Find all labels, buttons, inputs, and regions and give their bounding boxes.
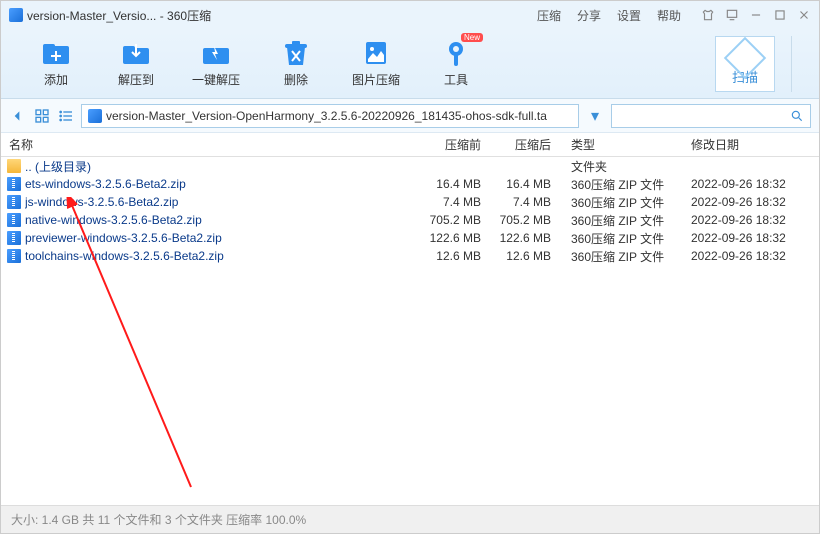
- menu-settings[interactable]: 设置: [617, 7, 641, 24]
- menu-compress[interactable]: 压缩: [537, 7, 561, 24]
- window-title-text: version-Master_Versio... - 360压缩: [27, 7, 211, 24]
- file-name: native-windows-3.2.5.6-Beta2.zip: [25, 213, 421, 227]
- extract-to-button[interactable]: 解压到: [101, 39, 171, 88]
- pathbar: version-Master_Version-OpenHarmony_3.2.5…: [1, 99, 819, 133]
- file-row[interactable]: js-windows-3.2.5.6-Beta2.zip 7.4 MB 7.4 …: [1, 193, 819, 211]
- file-date: 2022-09-26 18:32: [681, 213, 811, 227]
- file-date: 2022-09-26 18:32: [681, 195, 811, 209]
- app-icon: [9, 8, 23, 22]
- file-row[interactable]: native-windows-3.2.5.6-Beta2.zip 705.2 M…: [1, 211, 819, 229]
- file-size-before: 705.2 MB: [421, 213, 491, 227]
- zip-icon: [7, 231, 21, 245]
- image-compress-button[interactable]: 图片压缩: [341, 39, 411, 88]
- one-click-extract-button[interactable]: 一键解压: [181, 39, 251, 88]
- delete-label: 删除: [284, 71, 308, 88]
- folder-icon: [7, 159, 21, 173]
- menu-help[interactable]: 帮助: [657, 7, 681, 24]
- image-compress-icon: [363, 39, 389, 67]
- toolbar-divider: [791, 36, 799, 92]
- tools-label: 工具: [444, 71, 468, 88]
- minimize-icon[interactable]: [749, 8, 763, 22]
- back-button[interactable]: [9, 107, 27, 125]
- add-icon: [41, 40, 71, 66]
- delete-icon: [283, 39, 309, 67]
- extract-label: 解压到: [118, 71, 154, 88]
- column-headers: 名称 压缩前 压缩后 类型 修改日期: [1, 133, 819, 157]
- main-menu: 压缩 分享 设置 帮助: [537, 7, 681, 24]
- file-type: 360压缩 ZIP 文件: [561, 230, 681, 247]
- file-size-after: 16.4 MB: [491, 177, 561, 191]
- zip-icon: [7, 177, 21, 191]
- skin-icon[interactable]: [701, 8, 715, 22]
- add-label: 添加: [44, 71, 68, 88]
- extract-icon: [121, 40, 151, 66]
- scan-label: 扫描: [732, 67, 758, 86]
- file-size-after: 7.4 MB: [491, 195, 561, 209]
- zip-icon: [7, 213, 21, 227]
- path-field[interactable]: version-Master_Version-OpenHarmony_3.2.5…: [81, 104, 579, 128]
- file-type: 360压缩 ZIP 文件: [561, 248, 681, 265]
- file-date: 2022-09-26 18:32: [681, 231, 811, 245]
- parent-dir-type: 文件夹: [561, 158, 681, 175]
- window-title: version-Master_Versio... - 360压缩: [9, 7, 211, 24]
- zip-icon: [7, 195, 21, 209]
- file-date: 2022-09-26 18:32: [681, 177, 811, 191]
- menu-share[interactable]: 分享: [577, 7, 601, 24]
- add-button[interactable]: 添加: [21, 39, 91, 88]
- file-size-after: 705.2 MB: [491, 213, 561, 227]
- status-text: 大小: 1.4 GB 共 11 个文件和 3 个文件夹 压缩率 100.0%: [11, 511, 306, 528]
- zip-icon: [7, 249, 21, 263]
- header-name[interactable]: 名称: [1, 136, 421, 153]
- new-badge: New: [461, 33, 483, 42]
- one-click-label: 一键解压: [192, 71, 240, 88]
- file-list: .. (上级目录) 文件夹 ets-windows-3.2.5.6-Beta2.…: [1, 157, 819, 503]
- file-row[interactable]: toolchains-windows-3.2.5.6-Beta2.zip 12.…: [1, 247, 819, 265]
- tools-button[interactable]: New 工具: [421, 39, 491, 88]
- file-size-after: 122.6 MB: [491, 231, 561, 245]
- archive-icon: [88, 109, 102, 123]
- view-list-button[interactable]: [57, 107, 75, 125]
- file-type: 360压缩 ZIP 文件: [561, 194, 681, 211]
- file-name: toolchains-windows-3.2.5.6-Beta2.zip: [25, 249, 421, 263]
- file-size-before: 122.6 MB: [421, 231, 491, 245]
- file-size-after: 12.6 MB: [491, 249, 561, 263]
- file-size-before: 7.4 MB: [421, 195, 491, 209]
- path-text: version-Master_Version-OpenHarmony_3.2.5…: [106, 109, 547, 123]
- view-icons-button[interactable]: [33, 107, 51, 125]
- header-after[interactable]: 压缩后: [491, 136, 561, 153]
- parent-dir-row[interactable]: .. (上级目录) 文件夹: [1, 157, 819, 175]
- delete-button[interactable]: 删除: [261, 39, 331, 88]
- close-icon[interactable]: [797, 8, 811, 22]
- search-input[interactable]: [611, 104, 811, 128]
- window-controls: [701, 8, 811, 22]
- header-before[interactable]: 压缩前: [421, 136, 491, 153]
- file-row[interactable]: ets-windows-3.2.5.6-Beta2.zip 16.4 MB 16…: [1, 175, 819, 193]
- path-dropdown[interactable]: ▾: [585, 106, 605, 126]
- search-icon: [790, 109, 804, 123]
- maximize-icon[interactable]: [773, 8, 787, 22]
- file-name: previewer-windows-3.2.5.6-Beta2.zip: [25, 231, 421, 245]
- file-type: 360压缩 ZIP 文件: [561, 176, 681, 193]
- statusbar: 大小: 1.4 GB 共 11 个文件和 3 个文件夹 压缩率 100.0%: [1, 505, 819, 533]
- header-modified[interactable]: 修改日期: [681, 136, 811, 153]
- file-row[interactable]: previewer-windows-3.2.5.6-Beta2.zip 122.…: [1, 229, 819, 247]
- scan-button[interactable]: 扫描: [715, 36, 775, 92]
- toolbar: 添加 解压到 一键解压 删除 图片压缩 New 工具 扫描: [1, 29, 819, 99]
- header-type[interactable]: 类型: [561, 136, 681, 153]
- tools-icon: [443, 39, 469, 67]
- parent-dir-name: .. (上级目录): [25, 158, 421, 175]
- file-name: js-windows-3.2.5.6-Beta2.zip: [25, 195, 421, 209]
- file-size-before: 12.6 MB: [421, 249, 491, 263]
- titlebar: version-Master_Versio... - 360压缩 压缩 分享 设…: [1, 1, 819, 29]
- file-date: 2022-09-26 18:32: [681, 249, 811, 263]
- file-type: 360压缩 ZIP 文件: [561, 212, 681, 229]
- one-click-icon: [201, 40, 231, 66]
- file-name: ets-windows-3.2.5.6-Beta2.zip: [25, 177, 421, 191]
- file-size-before: 16.4 MB: [421, 177, 491, 191]
- image-compress-label: 图片压缩: [352, 71, 400, 88]
- feedback-icon[interactable]: [725, 8, 739, 22]
